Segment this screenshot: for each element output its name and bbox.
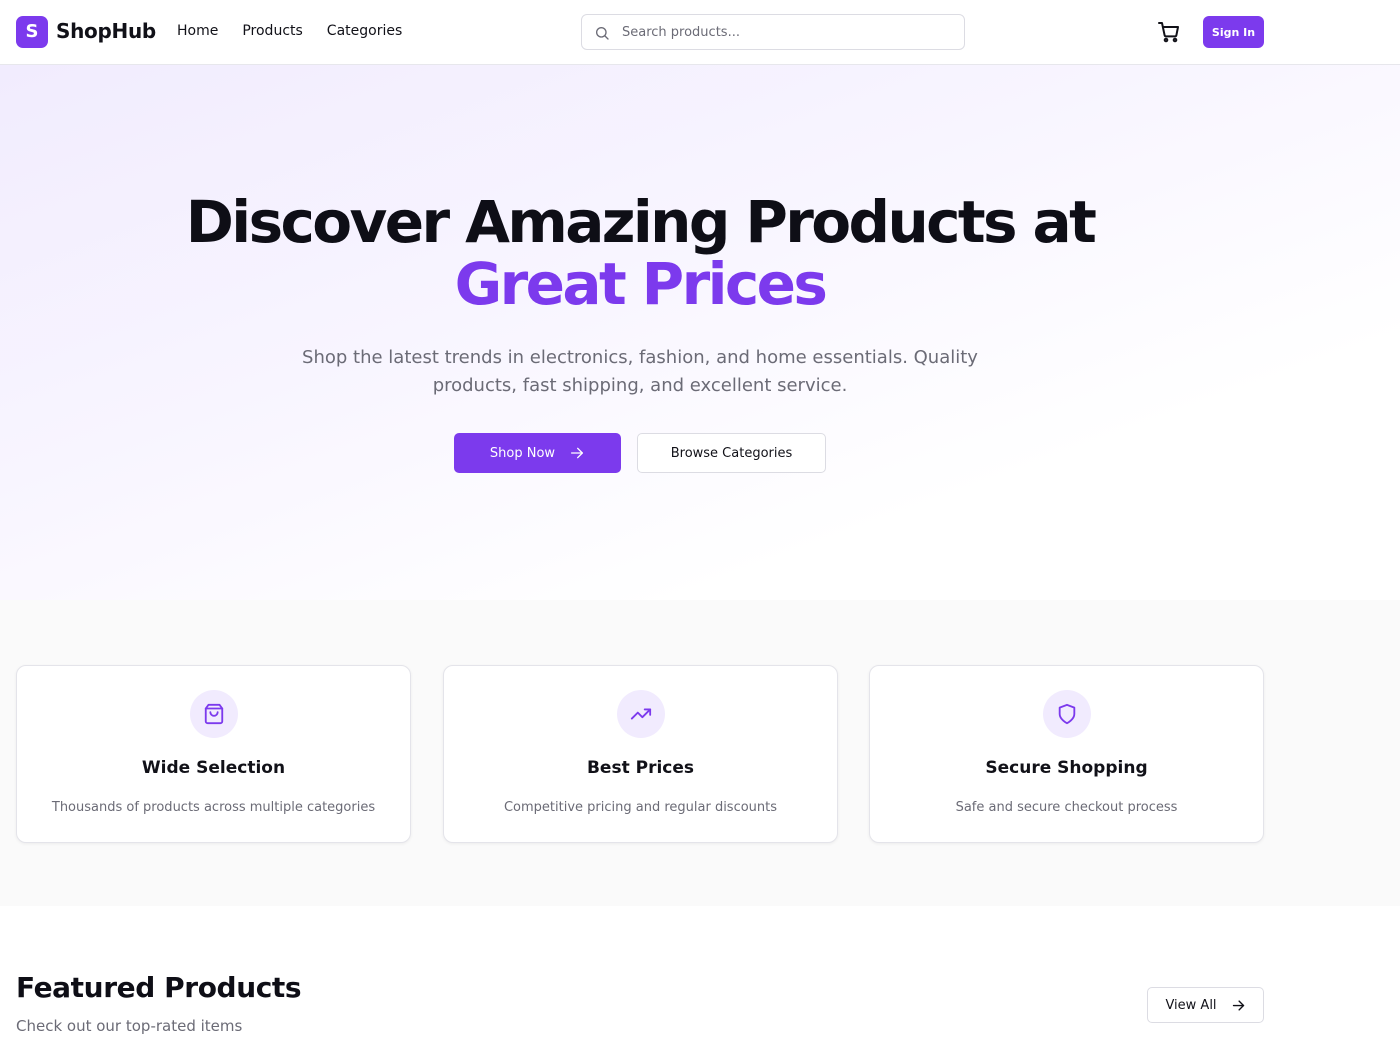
shop-now-button[interactable]: Shop Now xyxy=(454,433,621,473)
shop-now-label: Shop Now xyxy=(489,445,556,461)
logo-text[interactable]: ShopHub xyxy=(56,19,156,43)
search-input[interactable] xyxy=(622,15,956,49)
hero-title-line1: Discover Amazing Products at xyxy=(185,188,1097,256)
feature-description: Competitive pricing and regular discount… xyxy=(503,800,778,815)
shopping-bag-icon xyxy=(204,703,224,725)
feature-card-secure-shopping: Secure Shopping Safe and secure checkout… xyxy=(869,665,1264,843)
feature-card-best-prices: Best Prices Competitive pricing and regu… xyxy=(443,665,838,843)
cart-icon[interactable] xyxy=(1157,20,1181,44)
view-all-label: View All xyxy=(1165,997,1217,1013)
logo-mark[interactable]: S xyxy=(16,16,48,48)
feature-icon-circle xyxy=(1043,690,1091,738)
hero-title-accent: Great Prices xyxy=(454,250,828,318)
trending-up-icon xyxy=(630,708,652,720)
hero-title: Discover Amazing Products at Great Price… xyxy=(0,191,1280,315)
arrow-right-icon xyxy=(1232,999,1244,1011)
site-header: S ShopHub Home Products Categories Sign … xyxy=(0,0,1400,65)
feature-icon-circle xyxy=(617,690,665,738)
feature-icon-circle xyxy=(190,690,238,738)
shield-icon xyxy=(1058,703,1076,725)
nav-home[interactable]: Home xyxy=(177,23,218,39)
feature-description: Safe and secure checkout process xyxy=(955,800,1178,815)
view-all-button[interactable]: View All xyxy=(1147,987,1264,1023)
feature-title: Wide Selection xyxy=(141,758,286,778)
search-icon xyxy=(596,27,609,40)
feature-title: Secure Shopping xyxy=(985,758,1148,778)
nav-categories[interactable]: Categories xyxy=(327,23,402,39)
arrow-right-icon xyxy=(571,447,584,459)
search-box xyxy=(581,14,965,50)
nav-products[interactable]: Products xyxy=(242,23,302,39)
feature-title: Best Prices xyxy=(586,758,695,778)
sign-in-button[interactable]: Sign In xyxy=(1203,16,1264,48)
hero-section: Discover Amazing Products at Great Price… xyxy=(0,65,1400,600)
feature-description: Thousands of products across multiple ca… xyxy=(51,800,376,815)
browse-categories-button[interactable]: Browse Categories xyxy=(637,433,826,473)
hero-subtitle: Shop the latest trends in electronics, f… xyxy=(302,347,978,396)
featured-products-title: Featured Products xyxy=(16,971,302,1004)
featured-products-subtitle: Check out our top-rated items xyxy=(16,1017,243,1035)
feature-card-wide-selection: Wide Selection Thousands of products acr… xyxy=(16,665,411,843)
main-nav: Home Products Categories xyxy=(177,23,402,39)
features-section: Wide Selection Thousands of products acr… xyxy=(0,600,1400,906)
